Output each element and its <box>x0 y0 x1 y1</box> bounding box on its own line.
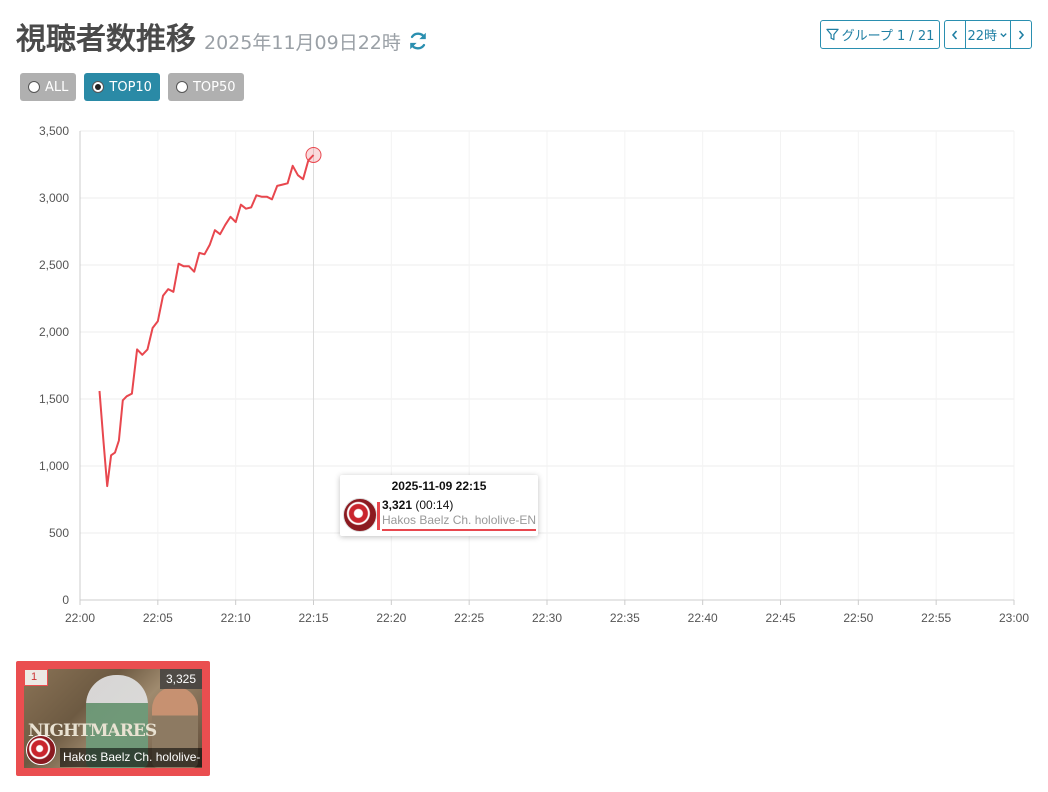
group-filter-button[interactable]: グループ 1 / 21 <box>819 20 941 49</box>
hour-navigator: 22時 <box>944 20 1032 49</box>
y-tick-label: 1,500 <box>39 392 69 406</box>
x-tick-label: 22:35 <box>610 611 640 625</box>
filter-label: TOP50 <box>192 79 236 95</box>
tooltip-time: 2025-11-09 22:15 <box>391 479 487 493</box>
page-title: 視聴者数推移 <box>16 22 196 57</box>
chevron-down-icon <box>999 31 1008 39</box>
rank-badge: 1 <box>24 669 48 686</box>
refresh-icon[interactable] <box>407 30 429 52</box>
x-tick-label: 22:40 <box>688 611 718 625</box>
channel-name: Hakos Baelz Ch. hololive- <box>60 748 202 767</box>
x-tick-label: 22:05 <box>143 611 173 625</box>
tooltip-channel: Hakos Baelz Ch. hololive-EN <box>382 513 537 531</box>
tooltip-duration: (00:14) <box>415 498 454 512</box>
channel-avatar <box>26 735 56 765</box>
header: 視聴者数推移 2025年11月09日22時 <box>16 14 429 58</box>
x-tick-label: 22:00 <box>65 611 95 625</box>
y-tick-label: 3,000 <box>39 191 69 205</box>
channel-avatar <box>343 498 380 532</box>
series-line <box>98 154 315 488</box>
filter-top10[interactable]: TOP10 <box>84 73 160 101</box>
page-date: 2025年11月09日22時 <box>204 32 401 54</box>
radio-icon <box>175 81 188 93</box>
viewer-count-badge: 3,325 <box>159 669 202 689</box>
y-tick-label: 2,500 <box>39 258 69 272</box>
hover-point <box>305 146 322 163</box>
x-tick-label: 22:55 <box>921 611 951 625</box>
y-tick-label: 1,000 <box>39 459 69 473</box>
chevron-right-icon <box>1016 29 1026 41</box>
viewer-chart[interactable]: 0 500 1,000 1,500 2,000 2,500 3,000 3,500 22:00 2… <box>0 115 1048 635</box>
x-tick-label: 22:20 <box>376 611 406 625</box>
filter-label: TOP10 <box>109 79 152 95</box>
x-tick-label: 22:50 <box>843 611 873 625</box>
tooltip-value: 3,321 <box>382 498 413 512</box>
x-tick-label: 22:10 <box>221 611 251 625</box>
stream-card[interactable]: NIGHTMARES 1 3,325 Hakos Baelz Ch. holol… <box>16 661 210 776</box>
y-tick-label: 0 <box>62 593 69 607</box>
x-tick-label: 22:25 <box>454 611 484 625</box>
filter-label: ALL <box>45 79 69 95</box>
x-tick-label: 22:30 <box>532 611 562 625</box>
y-tick-label: 3,500 <box>39 124 69 138</box>
hour-select-label: 22時 <box>967 29 997 44</box>
y-tick-label: 500 <box>49 526 69 540</box>
chart-tooltip: 2025-11-09 22:15 3,321 (00:14) Hakos Bae… <box>340 475 538 536</box>
controls: グループ 1 / 21 22時 <box>819 20 1032 49</box>
ranking-filter: ALL TOP10 TOP50 <box>20 73 244 101</box>
radio-icon <box>28 81 40 93</box>
radio-icon <box>92 81 105 93</box>
filter-top50[interactable]: TOP50 <box>167 73 244 101</box>
x-tick-label: 22:15 <box>298 611 328 625</box>
filter-all[interactable]: ALL <box>20 73 77 101</box>
chevron-left-icon <box>950 29 960 41</box>
x-tick-label: 23:00 <box>999 611 1029 625</box>
hour-select[interactable]: 22時 <box>965 21 1011 48</box>
prev-hour-button[interactable] <box>945 21 965 48</box>
group-filter-label: グループ 1 / 21 <box>841 29 935 44</box>
next-hour-button[interactable] <box>1011 21 1031 48</box>
y-tick-label: 2,000 <box>39 325 69 339</box>
x-tick-label: 22:45 <box>765 611 795 625</box>
filter-icon <box>825 28 839 41</box>
